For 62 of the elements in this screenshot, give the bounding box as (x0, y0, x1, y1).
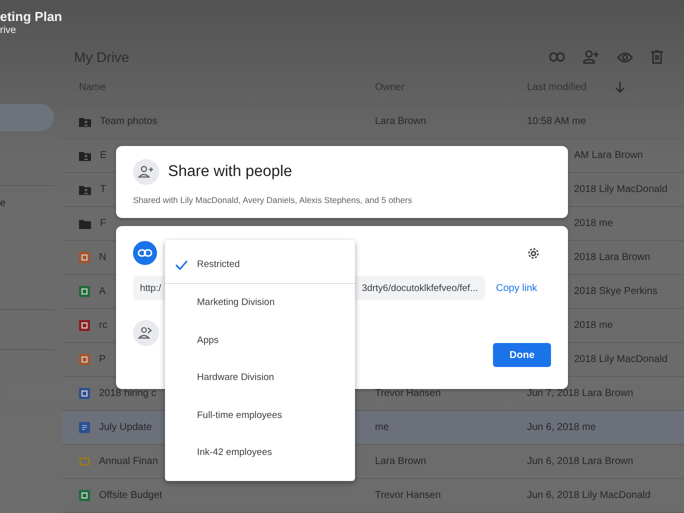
app-subtitle: rive (0, 25, 18, 36)
add-person-icon (133, 159, 159, 185)
modified-cell: 2018 Lara Brown (574, 252, 650, 263)
file-name: T (100, 184, 106, 195)
modified-cell: 2018 me (574, 218, 613, 229)
trash-icon[interactable] (651, 50, 663, 64)
menu-item[interactable]: Marketing Division (165, 284, 355, 322)
owner-cell: Trevor Hansen (375, 490, 441, 501)
file-name: F (100, 218, 106, 229)
document-icon (79, 388, 90, 399)
dialog-title: Share with people (168, 163, 292, 181)
add-person-icon[interactable] (583, 50, 599, 64)
file-name: A (99, 286, 106, 297)
sidebar-item[interactable]: e (0, 198, 62, 212)
file-name: Team photos (100, 116, 158, 127)
owner-cell: Lara Brown (375, 456, 426, 467)
modified-cell: 2018 Lily MacDonald (574, 184, 668, 195)
modified-cell: 10:58 AM me (527, 116, 586, 127)
modified-cell: Jun 6, 2018 Lara Brown (527, 456, 634, 467)
owner-cell: Lara Brown (375, 116, 426, 127)
file-name: N (99, 252, 106, 263)
menu-item[interactable]: Restricted (165, 246, 355, 283)
menu-item[interactable]: Apps (165, 322, 355, 359)
people-icon (133, 320, 159, 346)
slide-icon (79, 456, 90, 467)
link-icon (133, 241, 157, 265)
document-icon (79, 422, 90, 433)
modified-cell: Jun 6, 2018 Lily MacDonald (527, 490, 650, 501)
pdf-icon (79, 320, 90, 331)
file-name: rc (99, 320, 108, 331)
modified-cell: 2018 Skye Perkins (574, 286, 658, 297)
down-arrow-icon[interactable] (615, 82, 625, 93)
spreadsheet-icon (79, 286, 90, 297)
folder-icon (79, 218, 91, 228)
shared-folder-icon (79, 150, 91, 160)
settings-icon[interactable] (527, 246, 540, 260)
spreadsheet-icon (79, 490, 90, 501)
shared-folder-icon (79, 184, 91, 194)
file-name: Annual Finan (99, 456, 158, 467)
modified-cell: 2018 Lily MacDonald (574, 354, 668, 365)
app-title: eting Plan (0, 9, 62, 24)
file-name: Offsite Budget (99, 490, 162, 501)
owner-cell: me (375, 422, 389, 433)
shared-folder-icon (79, 116, 91, 126)
presentation-icon (79, 252, 90, 263)
file-name: July Update (99, 422, 152, 433)
file-name: P (99, 354, 106, 365)
link-icon[interactable] (549, 52, 565, 62)
sidebar-item[interactable] (0, 104, 54, 131)
file-row[interactable]: Team photos Lara Brown 10:58 AM me (62, 105, 684, 139)
modified-cell: Jun 6, 2018 me (527, 422, 596, 433)
modified-cell: AM Lara Brown (574, 150, 643, 161)
done-button[interactable]: Done (493, 343, 551, 367)
presentation-icon (79, 354, 90, 365)
eye-icon[interactable] (617, 52, 633, 62)
shared-with-text: Shared with Lily MacDonald, Avery Daniels, Alexis Stephens, and 5 others (133, 195, 414, 205)
modified-cell: Jun 7, 2018 Lara Brown (527, 388, 634, 399)
file-name: E (100, 150, 107, 161)
file-name: 2018 hiring c (99, 388, 156, 399)
copy-link-button[interactable]: Copy link (496, 282, 538, 294)
modified-cell: 2018 me (574, 320, 613, 331)
owner-cell: Trevor Hansen (375, 388, 441, 399)
